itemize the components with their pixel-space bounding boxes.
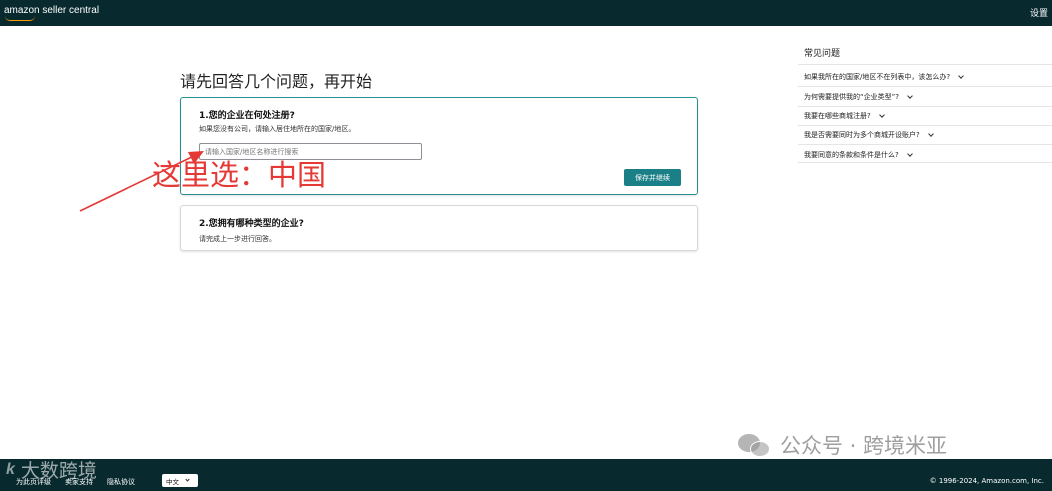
wechat-watermark: 公众号 · 跨境米亚 [738,430,947,460]
language-select[interactable]: 中文 [162,474,198,487]
faq-item[interactable]: 我要在哪些商城注册? [804,111,885,121]
chevron-down-icon [958,72,964,79]
faq-divider [798,162,1052,163]
faq-item-label: 我要同意的条款和条件是什么? [804,151,899,159]
faq-item[interactable]: 我是否需要同时为多个商城开设账户? [804,130,934,140]
faq-divider [798,64,1052,65]
question-2-card: 2.您拥有哪种类型的企业? 请完成上一步进行回答。 [180,205,698,251]
dashu-logo-icon: k [6,460,15,478]
question-2-subtitle: 请完成上一步进行回答。 [199,235,276,243]
chevron-down-icon [907,92,913,99]
faq-divider [798,86,1052,87]
faq-divider [798,125,1052,126]
amazon-seller-central-logo[interactable]: amazon seller central [4,5,100,21]
chevron-down-icon [927,130,934,137]
chevron-down-icon [878,111,885,118]
faq-item-label: 为何需要提供我的“企业类型”? [804,93,899,101]
faq-item[interactable]: 为何需要提供我的“企业类型”? [804,92,913,102]
dashu-watermark: k 大数跨境 [6,456,97,483]
wechat-icon [738,432,772,458]
footer: 为此页评级 卖家支持 隐私协议 中文 © 1996-2024, Amazon.c… [0,459,1052,491]
annotation-text: 这里选：中国 [152,158,327,192]
question-2-title: 2.您拥有哪种类型的企业? [199,219,304,229]
copyright-text: © 1996-2024, Amazon.com, Inc. [929,477,1044,485]
wechat-watermark-text: 公众号 · 跨境米亚 [780,434,948,458]
top-navigation-bar: amazon seller central 设置 [0,0,1052,26]
faq-item-label: 如果我所在的国家/地区不在列表中，该怎么办? [804,73,951,81]
question-1-subtitle: 如果您没有公司，请输入居住地所在的国家/地区。 [199,125,356,133]
footer-link-privacy[interactable]: 隐私协议 [107,477,135,487]
faq-divider [798,106,1052,107]
settings-link[interactable]: 设置 [1030,6,1048,19]
chevron-down-icon [185,477,190,482]
dashu-watermark-text: 大数跨境 [20,460,97,482]
faq-divider [798,144,1052,145]
amazon-smile-icon [5,16,35,21]
chevron-down-icon [906,150,913,157]
faq-item[interactable]: 如果我所在的国家/地区不在列表中，该怎么办? [804,72,964,82]
faq-item[interactable]: 我要同意的条款和条件是什么? [804,150,913,160]
language-select-value: 中文 [166,477,179,486]
question-1-title: 1.您的企业在何处注册? [199,111,295,121]
faq-title: 常见问题 [804,49,841,59]
logo-text: amazon seller central [4,5,100,16]
faq-item-label: 我要在哪些商城注册? [804,112,871,120]
page-title: 请先回答几个问题，再开始 [180,72,373,91]
faq-item-label: 我是否需要同时为多个商城开设账户? [804,131,920,139]
save-and-continue-button[interactable]: 保存并继续 [624,169,681,186]
